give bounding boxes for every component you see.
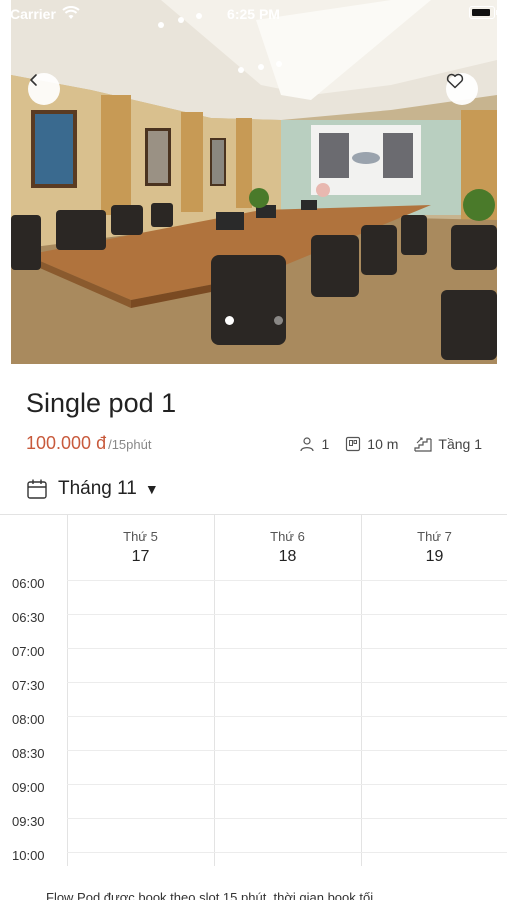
- time-label: 07:30: [12, 678, 45, 693]
- booking-calendar: Thứ 5 17 Thứ 6 18 Thứ 7 19 06:00 06:30 0…: [0, 514, 507, 866]
- price: 100.000 đ /15phút: [26, 433, 151, 454]
- time-slot-line[interactable]: [67, 682, 507, 683]
- area-value: 10 m: [367, 436, 399, 452]
- day-name: Thứ 7: [417, 529, 452, 544]
- floor-value: Tầng 1: [438, 436, 482, 452]
- time-label: 06:30: [12, 610, 45, 625]
- booking-note: Flow Pod được book theo slot 15 phút, th…: [46, 890, 374, 900]
- time-slot-line[interactable]: [67, 818, 507, 819]
- day-name: Thứ 6: [270, 529, 305, 544]
- conference-room-photo: [11, 0, 497, 364]
- time-slot-line[interactable]: [67, 784, 507, 785]
- calendar-icon: [27, 479, 47, 499]
- back-button[interactable]: [28, 73, 60, 105]
- chevron-left-icon: [30, 74, 37, 86]
- room-meta: 1 10 m Tầng 1: [283, 436, 482, 452]
- day-header[interactable]: Thứ 6 18: [214, 529, 361, 566]
- day-header[interactable]: Thứ 5 17: [67, 529, 214, 566]
- month-selector[interactable]: Tháng 11 ▼: [26, 478, 159, 500]
- time-label: 06:00: [12, 576, 45, 591]
- time-slot-line[interactable]: [67, 716, 507, 717]
- day-number: 17: [131, 548, 150, 565]
- day-name: Thứ 5: [123, 529, 158, 544]
- time-label: 09:30: [12, 814, 45, 829]
- page-dot[interactable]: [274, 316, 283, 325]
- day-header[interactable]: Thứ 7 19: [361, 529, 507, 566]
- time-label: 09:00: [12, 780, 45, 795]
- floor: Tầng 1: [414, 436, 482, 452]
- time-slot-line[interactable]: [67, 750, 507, 751]
- price-amount: 100.000 đ: [26, 433, 107, 453]
- page-dot-active[interactable]: [225, 316, 234, 325]
- time-label: 08:00: [12, 712, 45, 727]
- room-photo-carousel[interactable]: [11, 0, 497, 364]
- column-divider: [361, 515, 362, 866]
- time-slot-line[interactable]: [67, 614, 507, 615]
- caret-down-icon[interactable]: ▼: [145, 481, 159, 497]
- battery-icon: [469, 6, 498, 19]
- time-label: 08:30: [12, 746, 45, 761]
- time-slot-line[interactable]: [67, 580, 507, 581]
- day-number: 19: [425, 548, 444, 565]
- month-label[interactable]: Tháng 11: [58, 478, 137, 500]
- price-unit: /15phút: [108, 437, 152, 452]
- time-label: 07:00: [12, 644, 45, 659]
- day-number: 18: [278, 548, 297, 565]
- room-title: Single pod 1: [26, 388, 177, 418]
- favorite-button[interactable]: [446, 73, 478, 105]
- person-icon: [300, 437, 315, 452]
- time-label: 10:00: [12, 848, 45, 863]
- time-slot-line[interactable]: [67, 648, 507, 649]
- capacity: 1: [299, 436, 329, 452]
- column-divider: [67, 515, 68, 866]
- column-divider: [214, 515, 215, 866]
- carousel-page-indicator[interactable]: [11, 316, 497, 325]
- stairs-icon: [414, 437, 433, 452]
- capacity-value: 1: [321, 436, 330, 452]
- area: 10 m: [345, 436, 398, 452]
- status-bar: Carrier 6:25 PM: [0, 0, 507, 28]
- time-slot-line[interactable]: [67, 852, 507, 853]
- area-icon: [346, 436, 361, 452]
- clock: 6:25 PM: [227, 6, 280, 22]
- heart-icon: [446, 73, 464, 89]
